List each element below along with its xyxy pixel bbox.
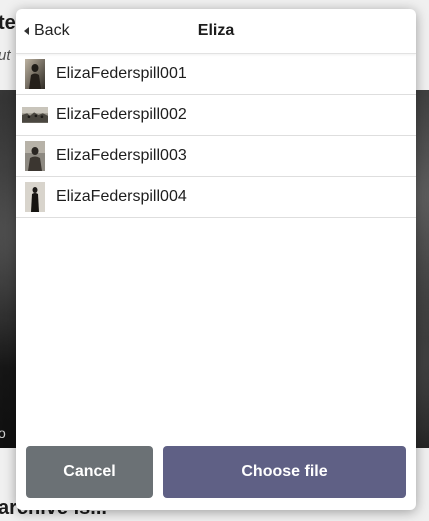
page: te ut o archive is... Back Eliza [0, 0, 429, 521]
modal-title: Eliza [197, 22, 235, 39]
file-name: ElizaFederspill002 [56, 106, 187, 123]
back-label: Back [34, 22, 70, 39]
file-item-002[interactable]: ElizaFederspill002 [16, 95, 416, 136]
file-name: ElizaFederspill003 [56, 147, 187, 164]
file-item-004[interactable]: ElizaFederspill004 [16, 177, 416, 218]
file-item-001[interactable]: ElizaFederspill001 [16, 54, 416, 95]
cancel-button[interactable]: Cancel [26, 446, 153, 498]
chevron-left-icon [24, 27, 29, 35]
file-list: ElizaFederspill001 ElizaFederspill002 El… [16, 54, 416, 218]
file-name: ElizaFederspill001 [56, 65, 187, 82]
modal-footer: Cancel Choose file [16, 446, 416, 510]
file-name: ElizaFederspill004 [56, 188, 187, 205]
landscape-photo-icon [22, 100, 48, 130]
choose-file-button[interactable]: Choose file [163, 446, 406, 498]
modal-header: Back Eliza [16, 9, 416, 54]
portrait-photo-icon [22, 141, 48, 171]
portrait-photo-icon [22, 182, 48, 212]
file-chooser-modal: Back Eliza ElizaFederspill001 ElizaFeder… [16, 9, 416, 510]
back-button[interactable]: Back [24, 9, 70, 53]
file-item-003[interactable]: ElizaFederspill003 [16, 136, 416, 177]
portrait-photo-icon [22, 59, 48, 89]
